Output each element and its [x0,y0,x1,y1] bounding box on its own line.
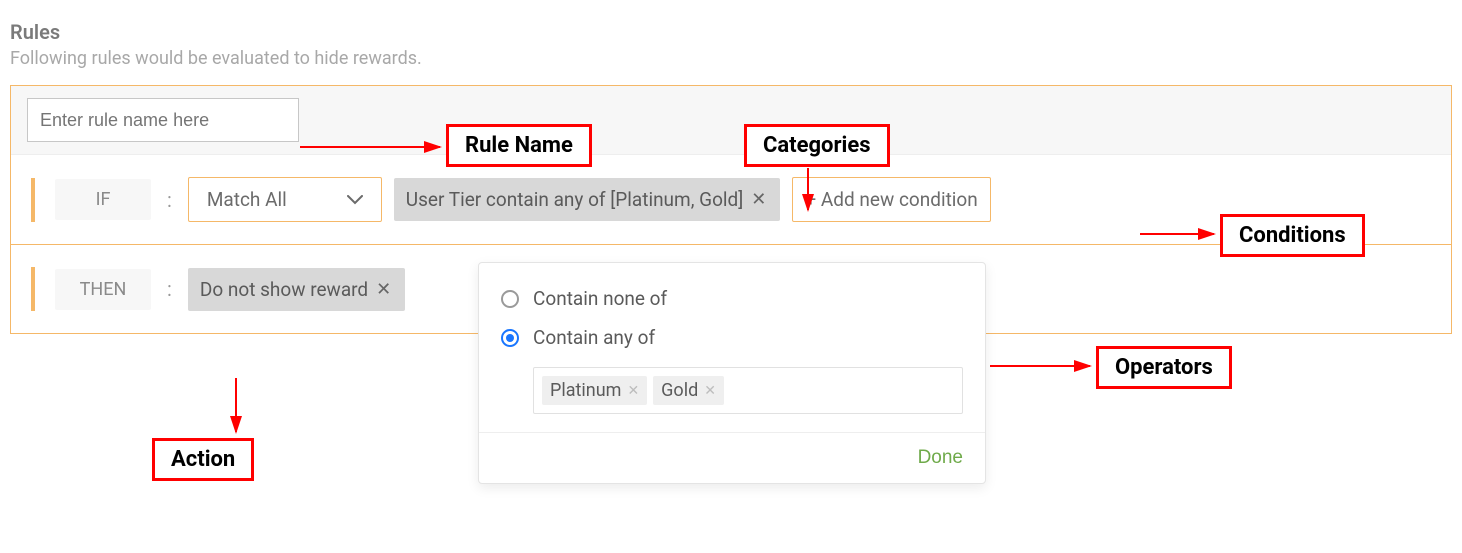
popover-footer: Done [479,433,985,483]
close-icon[interactable]: ✕ [374,279,393,300]
option-contain-any[interactable]: Contain any of [479,318,985,357]
radio-checked-icon[interactable] [501,329,519,347]
callout-conditions: Conditions [1220,214,1365,257]
operator-popover: Contain none of Contain any of Platinum … [478,262,986,484]
add-condition-button[interactable]: + Add new condition [792,177,990,222]
action-chip-label: Do not show reward [200,278,368,301]
tag-platinum[interactable]: Platinum ✕ [542,376,647,405]
condition-chip-label: User Tier contain any of [Platinum, Gold… [406,188,744,211]
tag-gold[interactable]: Gold ✕ [653,376,724,405]
option-contain-none[interactable]: Contain none of [479,279,985,318]
option-label: Contain none of [533,287,667,310]
condition-chip[interactable]: User Tier contain any of [Platinum, Gold… [394,178,781,221]
tag-label: Platinum [550,380,621,401]
close-icon[interactable]: ✕ [704,383,716,399]
then-keyword: THEN [55,269,151,310]
close-icon[interactable]: ✕ [627,383,639,399]
if-keyword: IF [55,179,151,220]
rule-name-input[interactable] [27,98,299,142]
add-condition-label: + Add new condition [805,188,977,211]
colon: : [167,188,172,212]
callout-rule-name: Rule Name [446,124,592,167]
action-chip[interactable]: Do not show reward ✕ [188,268,405,311]
row-accent [31,178,35,222]
callout-action: Action [152,438,254,481]
chevron-down-icon [347,195,363,205]
callout-operators: Operators [1096,346,1232,389]
match-mode-label: Match All [207,188,287,211]
colon: : [167,277,172,301]
tags-input[interactable]: Platinum ✕ Gold ✕ [533,367,963,414]
option-label: Contain any of [533,326,655,349]
page-subtitle: Following rules would be evaluated to hi… [10,48,1452,69]
row-accent [31,267,35,311]
rule-header-row [11,86,1451,155]
done-button[interactable]: Done [918,447,963,469]
callout-categories: Categories [744,124,890,167]
close-icon[interactable]: ✕ [749,189,768,210]
page-title: Rules [10,20,1452,44]
radio-unchecked-icon[interactable] [501,290,519,308]
match-mode-select[interactable]: Match All [188,177,382,222]
tag-label: Gold [661,380,698,401]
